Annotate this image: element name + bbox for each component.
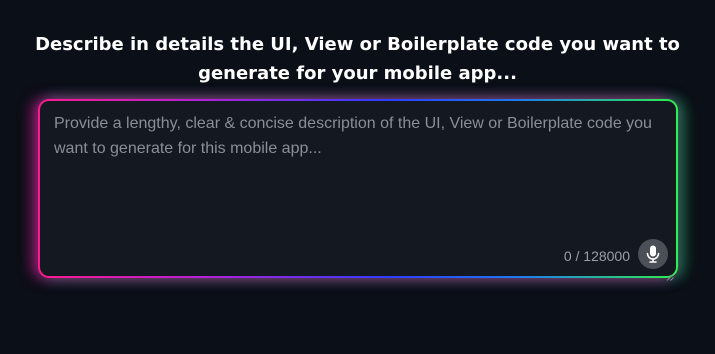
heading-line-1: Describe in details the UI, View or Boil… [35, 34, 680, 55]
prompt-glow-border: 0 / 128000 [38, 99, 678, 281]
character-counter: 0 / 128000 [563, 248, 630, 264]
microphone-icon [646, 245, 660, 263]
prompt-container: 0 / 128000 [40, 101, 676, 281]
resize-grip-icon[interactable] [666, 266, 674, 281]
prompt-input[interactable] [54, 111, 662, 229]
voice-input-button[interactable] [638, 239, 668, 269]
heading-line-2: generate for your mobile app... [198, 63, 517, 84]
page-heading: Describe in details the UI, View or Boil… [0, 30, 715, 88]
